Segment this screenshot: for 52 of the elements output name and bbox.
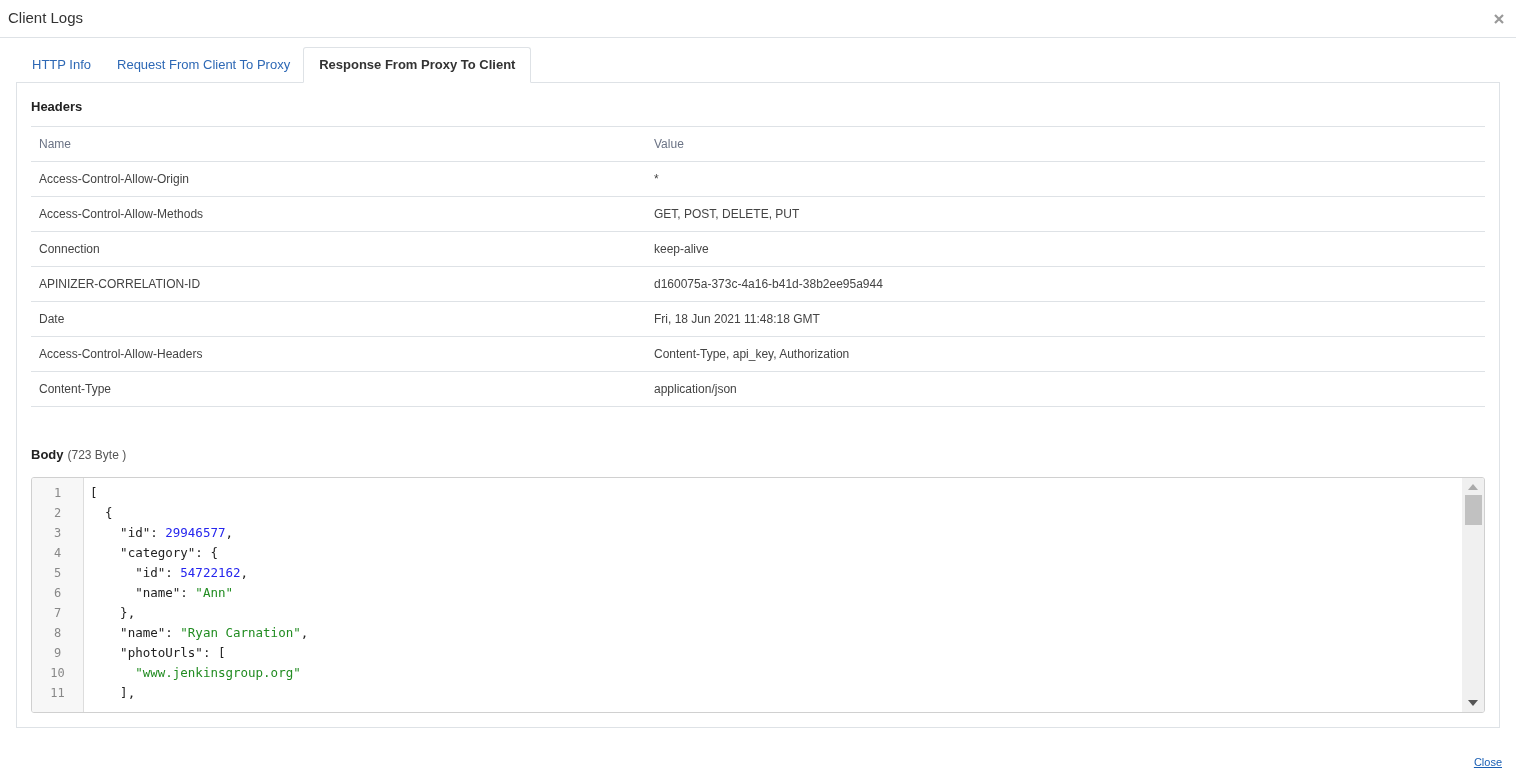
line-number: 4	[53, 545, 62, 562]
tab[interactable]: Response From Proxy To Client	[303, 47, 532, 83]
scrollbar[interactable]	[1462, 478, 1484, 712]
section-heading: Headers	[31, 98, 84, 116]
table-cell-text: *	[654, 170, 660, 188]
code-line: "www.jenkinsgroup.org"	[134, 664, 301, 682]
tab[interactable]: Request From Client To Proxy	[104, 47, 304, 83]
code-line: "category": {	[119, 544, 218, 562]
table-cell-text: Access-Control-Allow-Origin	[38, 170, 191, 188]
line-number: 1	[53, 485, 62, 502]
line-number: 3	[53, 525, 62, 542]
line-number: 2	[53, 505, 62, 522]
code-line: ],	[119, 684, 136, 702]
scrollbar-thumb[interactable]	[1464, 495, 1482, 525]
line-number: 7	[53, 605, 62, 622]
scroll-down-icon[interactable]	[1468, 700, 1478, 706]
close-icon[interactable]	[1494, 13, 1504, 24]
line-number: 8	[53, 625, 62, 642]
code-line: "id": 29946577,	[119, 524, 233, 542]
code-line: "id": 54722162,	[134, 564, 249, 582]
column-header: Name	[38, 135, 72, 153]
table-cell-text: Access-Control-Allow-Methods	[38, 205, 205, 223]
window-title: Client Logs	[8, 8, 84, 29]
line-number: 6	[53, 585, 62, 602]
table-cell-text: APINIZER-CORRELATION-ID	[38, 275, 202, 293]
line-number: 10	[50, 665, 65, 682]
table-cell-text: keep-alive	[654, 240, 710, 258]
table-cell-text: Date	[38, 310, 66, 328]
line-number: 11	[50, 685, 65, 702]
table-cell-text: Access-Control-Allow-Headers	[38, 345, 204, 363]
tab[interactable]: HTTP Info	[19, 47, 104, 83]
table-cell-text: Content-Type	[38, 380, 113, 398]
body-size: (723 Byte )	[67, 446, 127, 464]
table-cell-text: d160075a-373c-4a16-b41d-38b2ee95a944	[654, 275, 884, 293]
table-cell-text: application/json	[654, 380, 738, 398]
table-cell-text: Content-Type, api_key, Authorization	[654, 345, 851, 363]
code-line: {	[104, 504, 113, 522]
code-editor[interactable]: 1 2 3 4 5 6 7 8 9 10 11 [ { "id": 29946577, "category": { "id": 54722162, "name": "Ann" }, "name": "Ryan Carnation", "photoUrls": [ "www.jenkinsgroup.org" ],	[31, 477, 1485, 713]
section-heading: Body	[31, 445, 64, 464]
table-cell-text: Fri, 18 Jun 2021 11:48:18 GMT	[654, 310, 821, 328]
code-line: "photoUrls": [	[119, 644, 226, 662]
code-line: },	[119, 604, 136, 622]
code-line: "name": "Ann"	[134, 584, 233, 602]
table-cell-text: Connection	[38, 240, 101, 258]
code-line: "name": "Ryan Carnation",	[119, 624, 309, 642]
scroll-up-icon[interactable]	[1468, 484, 1478, 490]
column-header: Value	[654, 135, 685, 153]
line-number: 9	[53, 645, 62, 662]
line-number: 5	[53, 565, 62, 582]
code-line: [	[90, 484, 98, 502]
close-link[interactable]: Close	[1473, 754, 1502, 771]
table-cell-text: GET, POST, DELETE, PUT	[654, 205, 801, 223]
